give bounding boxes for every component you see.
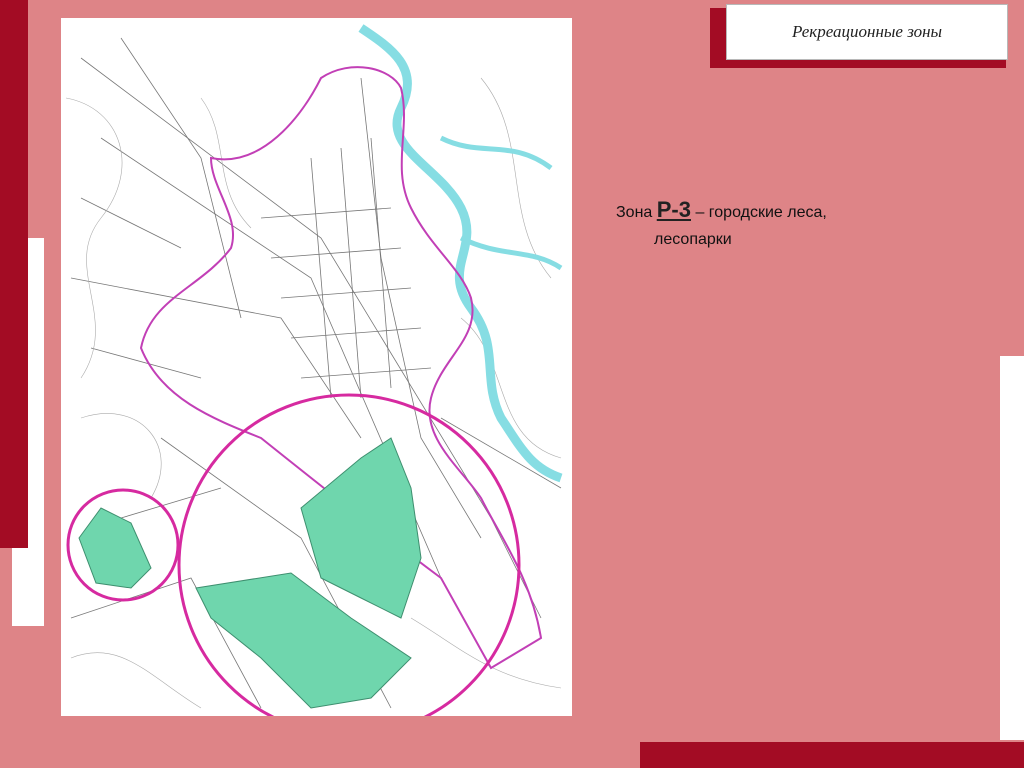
title-accent-bottom — [710, 60, 1006, 68]
river — [358, 24, 563, 483]
zone-line-1: Зона Р-3 – городские леса, — [616, 196, 916, 226]
left-accent-bar-bottom — [12, 548, 28, 626]
forest-zone-central — [300, 437, 422, 619]
forest-zone-west — [78, 507, 152, 589]
slide-title: Рекреационные зоны — [726, 4, 1008, 60]
map-drawing — [65, 24, 563, 716]
right-accent-bar — [1000, 356, 1024, 740]
left-white-strip — [28, 238, 44, 626]
city-map — [61, 18, 572, 716]
zone-desc-2: лесопарки — [654, 231, 732, 248]
title-accent-left — [710, 8, 726, 68]
slide-title-text: Рекреационные зоны — [791, 22, 943, 41]
left-accent-bar-top — [0, 0, 28, 548]
zone-prefix: Зона — [616, 204, 653, 221]
bottom-accent-bar — [640, 742, 1024, 768]
zone-description: Зона Р-3 – городские леса, лесопарки — [616, 196, 916, 253]
zone-desc-1: – городские леса, — [695, 204, 827, 221]
zone-code: Р-3 — [656, 197, 691, 222]
